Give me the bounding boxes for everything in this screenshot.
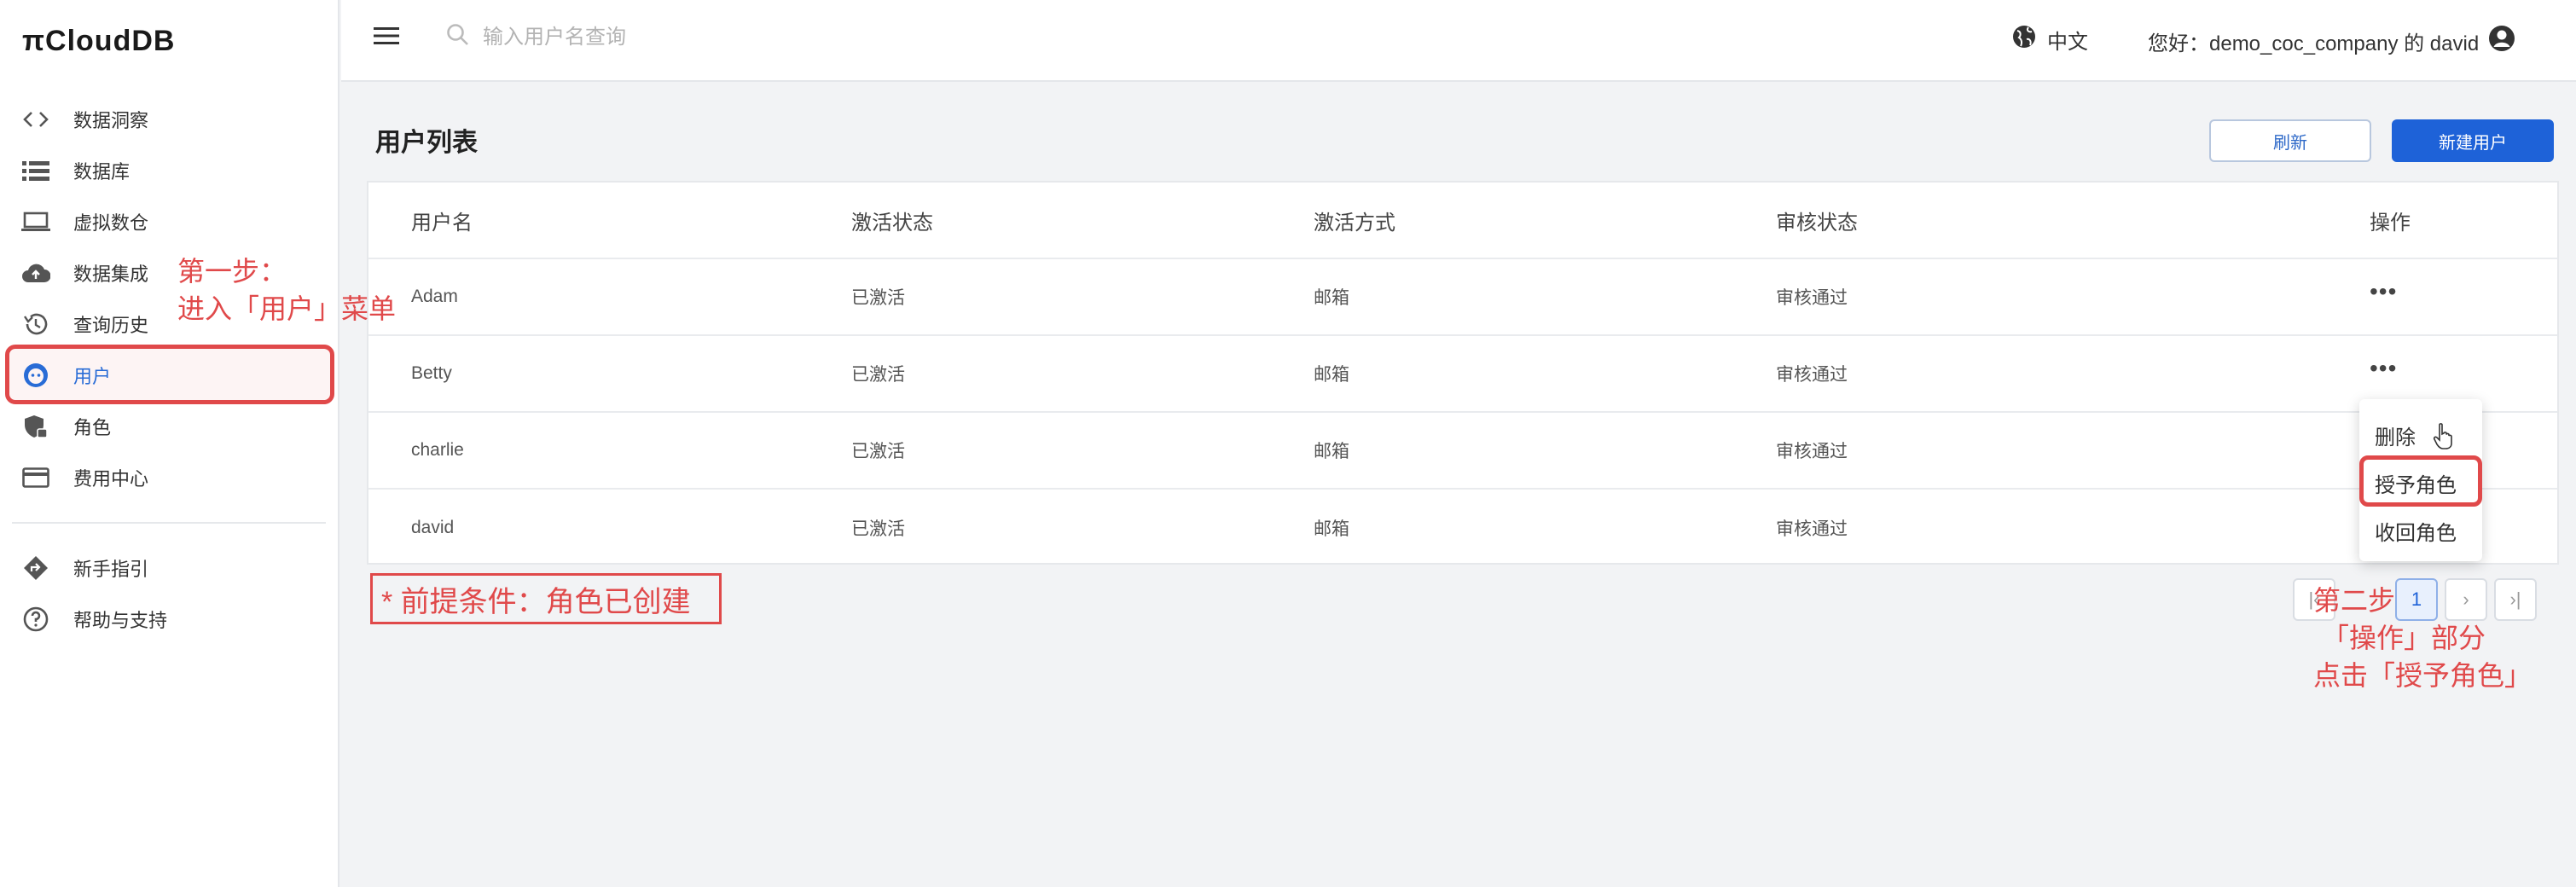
cell-activation-method: 邮箱 (1314, 442, 1349, 461)
shield-lock-icon (20, 411, 51, 442)
sidebar-item-label: 角色 (73, 417, 112, 438)
sidebar-item-billing[interactable]: 费用中心 (0, 452, 338, 503)
step2-line3: 点击「授予角色」 (2313, 660, 2532, 691)
list-icon (20, 155, 51, 186)
cell-username: david (411, 518, 455, 537)
cell-review-status: 审核通过 (1776, 365, 1848, 385)
step1-line2: 进入「用户」菜单 (177, 293, 397, 324)
user-greeting[interactable]: 您好：demo_coc_company 的 david (2148, 24, 2516, 59)
sidebar-item-data-insight[interactable]: 数据洞察 (0, 94, 338, 145)
sidebar-item-label: 虚拟数仓 (73, 212, 149, 234)
hand-pointer-cursor-icon (2433, 423, 2455, 455)
language-label: 中文 (2047, 31, 2088, 54)
column-header-username: 用户名 (411, 211, 473, 235)
sidebar-item-label: 查询历史 (73, 315, 149, 336)
column-header-activation-method: 激活方式 (1314, 211, 1395, 235)
sidebar-item-roles[interactable]: 角色 (0, 401, 338, 452)
sidebar-divider (12, 522, 326, 524)
step2-highlight-box (2359, 455, 2482, 507)
cell-review-status: 审核通过 (1776, 442, 1848, 461)
step1-highlight-box (5, 345, 334, 404)
sidebar-item-help[interactable]: 帮助与支持 (0, 594, 338, 645)
history-icon (20, 309, 51, 339)
cloud-upload-icon (20, 258, 51, 288)
cell-username: charlie (411, 440, 464, 460)
more-actions-button[interactable]: ••• (2370, 278, 2397, 305)
step2-annotation: 第二步 「操作」部分 点击「授予角色」 (2313, 582, 2532, 694)
menu-toggle-icon[interactable] (374, 26, 401, 53)
sidebar-item-label: 费用中心 (73, 468, 149, 490)
help-circle-icon (20, 604, 51, 635)
prerequisite-note: * 前提条件：角色已创建 (370, 573, 722, 624)
sidebar-item-label: 数据集成 (73, 264, 149, 285)
sidebar: πCloudDB 数据洞察 数据库 虚拟数仓 数据集成 查询历史 用户 角色 费… (0, 0, 339, 887)
cell-username: Adam (411, 287, 458, 306)
new-user-button[interactable]: 新建用户 (2392, 119, 2554, 162)
cell-activation-status: 已激活 (851, 442, 905, 461)
cell-activation-method: 邮箱 (1314, 365, 1349, 385)
refresh-button[interactable]: 刷新 (2209, 119, 2371, 162)
sidebar-item-database[interactable]: 数据库 (0, 145, 338, 196)
menu-item-delete[interactable]: 删除 (2359, 411, 2482, 459)
credit-card-icon (20, 462, 51, 493)
cell-username: Betty (411, 363, 452, 383)
more-actions-button[interactable]: ••• (2370, 355, 2397, 382)
app-logo[interactable]: πCloudDB (0, 0, 338, 82)
cell-review-status: 审核通过 (1776, 519, 1848, 539)
step2-line2: 「操作」部分 (2322, 623, 2486, 653)
sidebar-item-label: 数据洞察 (73, 110, 149, 131)
cell-activation-method: 邮箱 (1314, 288, 1349, 308)
sidebar-item-label: 帮助与支持 (73, 610, 168, 631)
cell-activation-status: 已激活 (851, 519, 905, 539)
column-header-activation-status: 激活状态 (851, 211, 933, 235)
column-header-actions: 操作 (2370, 211, 2411, 235)
cell-activation-status: 已激活 (851, 288, 905, 308)
menu-item-revoke-role[interactable]: 收回角色 (2359, 507, 2482, 554)
cell-review-status: 审核通过 (1776, 288, 1848, 308)
laptop-icon (20, 206, 51, 237)
table-header: 用户名 激活状态 激活方式 审核状态 操作 (368, 183, 2557, 259)
top-bar: 中文 您好：demo_coc_company 的 david (341, 0, 2576, 82)
globe-icon (2011, 24, 2047, 55)
greeting-text: 您好：demo_coc_company 的 david (2148, 32, 2480, 55)
step1-line1: 第一步： (177, 256, 287, 287)
page-title: 用户列表 (375, 129, 478, 157)
table-row: charlie 已激活 邮箱 审核通过 (368, 413, 2557, 490)
step1-annotation: 第一步： 进入「用户」菜单 (177, 252, 396, 328)
cell-activation-status: 已激活 (851, 365, 905, 385)
logo-text: πCloudDB (22, 24, 176, 57)
step2-line1: 第二步 (2313, 585, 2396, 616)
search-icon (445, 22, 471, 52)
sidebar-item-label: 新手指引 (73, 559, 149, 580)
sidebar-item-label: 数据库 (73, 161, 131, 183)
search-input[interactable] (483, 19, 995, 56)
users-table: 用户名 激活状态 激活方式 审核状态 操作 Adam 已激活 邮箱 审核通过 •… (367, 181, 2559, 565)
column-header-review-status: 审核状态 (1776, 211, 1858, 235)
table-row: Adam 已激活 邮箱 审核通过 ••• (368, 259, 2557, 336)
table-row: Betty 已激活 邮箱 审核通过 ••• (368, 336, 2557, 413)
sidebar-item-getting-started[interactable]: 新手指引 (0, 542, 338, 594)
table-row: david 已激活 邮箱 审核通过 (368, 490, 2557, 566)
language-switcher[interactable]: 中文 (2011, 24, 2088, 55)
direction-sign-icon (20, 553, 51, 583)
cell-activation-method: 邮箱 (1314, 519, 1349, 539)
sidebar-item-virtual-warehouse[interactable]: 虚拟数仓 (0, 196, 338, 247)
account-circle-icon (2479, 24, 2516, 59)
code-brackets-icon (20, 104, 51, 135)
